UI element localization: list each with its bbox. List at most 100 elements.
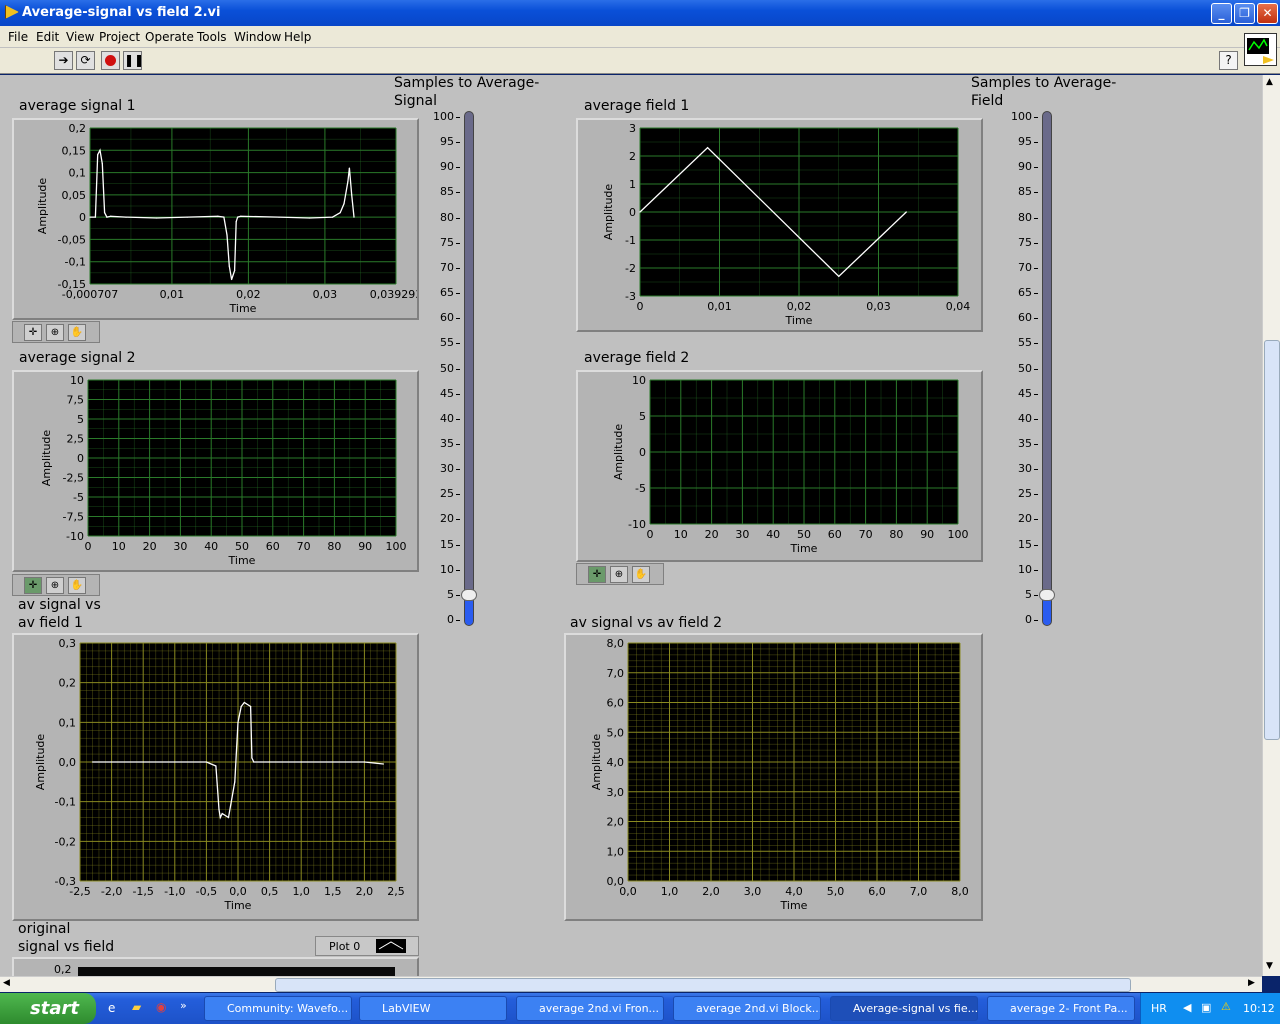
- quick-launch-more-icon[interactable]: »: [180, 999, 187, 1012]
- task-average-2nd-block[interactable]: average 2nd.vi Block...: [673, 996, 821, 1021]
- task-average-signal-vs-field[interactable]: Average-signal vs fie...: [830, 996, 978, 1021]
- plot-average-field-2[interactable]: 0 10 20 30 40 50 60 70 80 90 1001050-5-10TimeAmpli…: [578, 372, 981, 560]
- data-point: [243, 701, 245, 704]
- slider-tick-label: 90: [440, 160, 454, 174]
- x-tick-label: 10: [674, 528, 688, 541]
- plot-average-field-1[interactable]: 0 0,01 0,02 0,03 0,04 3 2 1 0 -1 -2 -3 Time Amplitude: [578, 120, 981, 330]
- menu-tools[interactable]: Tools: [197, 30, 227, 44]
- menu-file[interactable]: File: [8, 30, 28, 44]
- minimize-button[interactable]: _: [1211, 3, 1232, 24]
- slider-tick-label: 30: [1018, 462, 1032, 476]
- graph-average-signal-2[interactable]: 0 10 20 30 40 50 60 70 80 90 100 10 7,5 5 2,5 0 -2,5 -5 -7…: [12, 370, 419, 572]
- slider-tick-mark: [456, 242, 460, 244]
- scroll-up-icon[interactable]: ▲: [1266, 77, 1273, 87]
- tray-expand-icon[interactable]: ◀: [1183, 1001, 1191, 1014]
- network-icon[interactable]: ▣: [1201, 1001, 1211, 1014]
- menu-bar: File Edit View Project Operate Tools Win…: [0, 26, 1280, 48]
- run-continuously-icon[interactable]: ⟳: [76, 51, 95, 70]
- graph-av-signal-vs-av-field-1[interactable]: -2,5 -2,0 -1,5 -1,0 -0,5 0,0 0,5 1,0 1,5 2,0 2,5 0,…: [12, 633, 419, 921]
- graph-av-signal-vs-av-field-2[interactable]: 0,0 1,0 2,0 3,0 4,0 5,0 6,0 7,0 8,0 8,0 7,0 6,0 5,0 4…: [564, 633, 983, 921]
- scroll-right-icon[interactable]: ▶: [1248, 978, 1255, 988]
- menu-edit[interactable]: Edit: [36, 30, 59, 44]
- slider-tick-label: 65: [440, 286, 454, 300]
- y-tick-label: 10: [70, 374, 84, 387]
- y-tick-label: 1,0: [607, 845, 625, 858]
- menu-window[interactable]: Window: [234, 30, 281, 44]
- slider-thumb[interactable]: [1039, 588, 1055, 601]
- task-average-2nd-front[interactable]: average 2nd.vi Fron...: [516, 996, 664, 1021]
- quick-launch-chrome-icon[interactable]: ◉: [156, 1000, 166, 1014]
- x-tick-label: 0,04: [946, 300, 971, 313]
- slider-tick-label: 80: [440, 210, 454, 224]
- graph-original-signal-vs-field[interactable]: 0,2: [12, 957, 419, 976]
- x-tick-label: -2,0: [101, 885, 122, 898]
- vertical-scroll-thumb[interactable]: [1264, 340, 1280, 740]
- menu-operate[interactable]: Operate: [145, 30, 194, 44]
- zoom-icon[interactable]: ⊕: [46, 577, 64, 594]
- data-point: [235, 221, 237, 223]
- plot-legend[interactable]: Plot 0: [315, 936, 419, 956]
- warning-icon[interactable]: ⚠: [1221, 1000, 1231, 1013]
- menu-help[interactable]: Help: [284, 30, 311, 44]
- cursor-icon[interactable]: ✛: [24, 577, 42, 594]
- y-tick-label: 7,5: [67, 394, 85, 407]
- slider-tick-mark: [1034, 242, 1038, 244]
- quick-launch-folder-icon[interactable]: ▰: [132, 1000, 141, 1014]
- language-indicator[interactable]: HR: [1151, 1002, 1167, 1015]
- scroll-left-icon[interactable]: ◀: [3, 978, 10, 988]
- slider-tick-label: 45: [1018, 386, 1032, 400]
- task-labview[interactable]: LabVIEW: [359, 996, 507, 1021]
- x-tick-label: 7,0: [910, 885, 928, 898]
- zoom-icon[interactable]: ⊕: [46, 324, 64, 341]
- plot-av-signal-vs-av-field-1[interactable]: -2,5 -2,0 -1,5 -1,0 -0,5 0,0 0,5 1,0 1,5 2,0 2,50,…: [14, 635, 417, 919]
- scroll-down-icon[interactable]: ▼: [1266, 961, 1273, 971]
- plot-av-signal-vs-av-field-2[interactable]: 0,0 1,0 2,0 3,0 4,0 5,0 6,0 7,0 8,0 8,0 7,0 6,0 5,0 4…: [566, 635, 981, 919]
- horizontal-scrollbar[interactable]: ◀ ▶: [0, 976, 1262, 992]
- slider-samples-to-average-signal[interactable]: 100 95 90 85 80 75 70 65 60 55 50 45 40 35 30 25 20 15 10 5…: [428, 110, 488, 631]
- start-button[interactable]: start: [0, 993, 96, 1024]
- slider-tick-mark: [456, 594, 460, 596]
- pan-hand-icon[interactable]: ✋: [632, 566, 650, 583]
- slider-tick-mark: [456, 368, 460, 370]
- pan-hand-icon[interactable]: ✋: [68, 324, 86, 341]
- zoom-icon[interactable]: ⊕: [610, 566, 628, 583]
- pan-hand-icon[interactable]: ✋: [68, 577, 86, 594]
- y-tick-label: -0,3: [55, 875, 76, 888]
- graph-average-field-1[interactable]: 0 0,01 0,02 0,03 0,04 3 2 1 0 -1 -2 -3 Time Amplitude: [576, 118, 983, 332]
- menu-project[interactable]: Project: [99, 30, 140, 44]
- graph-average-field-2[interactable]: 0 10 20 30 40 50 60 70 80 90 100 10 5 0 -5 -10 Time Ampli…: [576, 370, 983, 562]
- run-arrow-icon[interactable]: ➔: [54, 51, 73, 70]
- graph-average-signal-1[interactable]: -0,000707 0,01 0,02 0,03 0,039293 0,2 0,15 0,1 0…: [12, 118, 419, 320]
- x-tick-label: 3,0: [744, 885, 762, 898]
- x-tick-label: 2,0: [356, 885, 374, 898]
- slider-samples-to-average-field[interactable]: 100 95 90 85 80 75 70 65 60 55 50 45 40 35 30 25 20 15 10 5…: [1006, 110, 1066, 631]
- pause-icon[interactable]: ❚❚: [123, 51, 144, 70]
- restore-button[interactable]: ❐: [1234, 3, 1255, 24]
- slider-track[interactable]: [464, 111, 474, 626]
- slider-thumb[interactable]: [461, 588, 477, 601]
- slider-track[interactable]: [1042, 111, 1052, 626]
- horizontal-scroll-thumb[interactable]: [275, 978, 1131, 992]
- task-community-waveform[interactable]: Community: Wavefo...: [204, 996, 352, 1021]
- context-help-icon[interactable]: ?: [1219, 51, 1238, 70]
- plot-average-signal-1[interactable]: -0,000707 0,01 0,02 0,03 0,0392930,20,150,10…: [14, 120, 417, 318]
- slider-tick-label: 50: [1018, 361, 1032, 375]
- vertical-scrollbar[interactable]: ▲ ▼: [1262, 75, 1280, 976]
- x-tick-label: 0,01: [707, 300, 732, 313]
- menu-view[interactable]: View: [66, 30, 94, 44]
- close-button[interactable]: ✕: [1257, 3, 1278, 24]
- y-tick-label: 3,0: [607, 786, 625, 799]
- cursor-icon[interactable]: ✛: [588, 566, 606, 583]
- abort-icon[interactable]: [101, 51, 120, 70]
- slider-tick-label: 35: [1018, 436, 1032, 450]
- task-average-2-front-panel[interactable]: average 2- Front Pa...: [987, 996, 1135, 1021]
- y-tick-label: 4,0: [607, 756, 625, 769]
- data-point: [237, 721, 239, 723]
- slider-tick-label: 15: [440, 537, 454, 551]
- data-point: [300, 761, 302, 763]
- plot-average-signal-2[interactable]: 0 10 20 30 40 50 60 70 80 90 100 10 7,5 5 2,5 0 -2,5 -5 -7…: [14, 372, 417, 570]
- quick-launch-ie-icon[interactable]: e: [108, 1001, 115, 1015]
- y-tick-label: -0,05: [58, 233, 86, 246]
- slider-tick-label: 10: [440, 562, 454, 576]
- cursor-icon[interactable]: ✛: [24, 324, 42, 341]
